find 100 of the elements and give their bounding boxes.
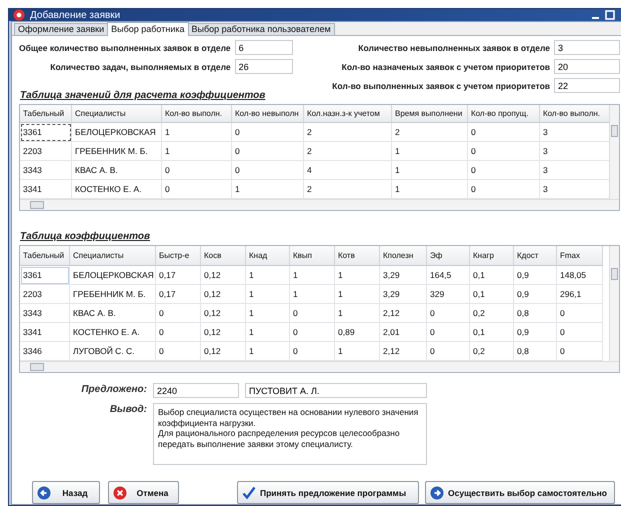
table-cell: 0	[557, 323, 603, 342]
field-label: Количество задач, выполняемых в отделе	[49, 62, 231, 72]
table-cell: 0,2	[470, 304, 514, 323]
column-header[interactable]: Эф	[427, 246, 470, 266]
input-field[interactable]: 20	[554, 59, 620, 74]
input-field[interactable]: 2240	[153, 383, 239, 398]
field-label: Количество невыполненных заявок в отделе	[357, 42, 550, 52]
table-cell: 0	[427, 323, 470, 342]
table-cell: 3361	[20, 123, 72, 142]
table-cell: 4	[304, 161, 392, 180]
table-cell: 1	[246, 304, 290, 323]
table-cell: 0	[290, 323, 335, 342]
table-title: Таблица значений для расчета коэффициентов	[20, 90, 266, 101]
column-header[interactable]: Кол-во пропущ.	[468, 105, 540, 123]
table-cell: 1	[335, 304, 380, 323]
field-label: Общее количество выполненных заявок в отделе	[19, 42, 231, 52]
table-cell: 3343	[20, 161, 72, 180]
table-cell: 1	[392, 142, 468, 161]
field-label: Вывод:	[108, 403, 147, 415]
column-header[interactable]: Кполезн	[380, 246, 427, 266]
column-header[interactable]: Косв	[201, 246, 246, 266]
table-cell: 0,1	[470, 266, 514, 285]
button[interactable]: Отмена	[108, 481, 179, 504]
input-field[interactable]: ПУСТОВИТ А. Л.	[245, 383, 427, 398]
table-cell: 0	[290, 304, 335, 323]
table-title: Таблица коэффициентов	[20, 231, 152, 242]
table-cell: КВАС А. В.	[72, 161, 162, 180]
input-field[interactable]: 26	[234, 59, 293, 74]
table-cell: 1	[162, 142, 232, 161]
table-cell: 1	[162, 123, 232, 142]
column-header[interactable]: Кол.назн.з-к учетом	[304, 105, 392, 123]
table-cell: ГРЕБЕННИК М. Б.	[70, 285, 156, 304]
input-field[interactable]: 3	[554, 40, 620, 55]
column-header[interactable]: Квып	[290, 246, 335, 266]
table-cell: 0	[427, 304, 470, 323]
text-area[interactable]: Выбор специалиста осуществен на основании нулевого значения коэффициента нагрузки. Для рационального распределения ресурсов целесообразно передать выполнение заявки этому специалисту.	[153, 403, 427, 465]
column-header[interactable]: Кол-во выполн.	[540, 105, 609, 123]
column-header[interactable]: Fmax	[557, 246, 603, 266]
column-header[interactable]: Время выполнени	[392, 105, 468, 123]
table-cell: 0	[468, 123, 540, 142]
tab[interactable]: Выбор работника пользователем	[188, 23, 335, 35]
column-header[interactable]: Кнад	[246, 246, 290, 266]
input-field[interactable]: 6	[234, 40, 293, 55]
table-cell: 0,12	[201, 285, 246, 304]
table-cell: 0,1	[470, 285, 514, 304]
field-label: Кол-во назначеных заявок с учетом приоритетов	[340, 62, 550, 72]
table-cell: 3343	[20, 304, 70, 323]
column-header[interactable]: Специалисты	[70, 246, 156, 266]
tab[interactable]: Выбор работника	[107, 22, 188, 36]
table-cell: 2	[304, 123, 392, 142]
table-cell: 0,17	[156, 266, 201, 285]
table-cell: 0,9	[514, 323, 557, 342]
table-cell: БЕЛОЦЕРКОВСКАЯ	[72, 123, 162, 142]
table-cell: 0,1	[470, 323, 514, 342]
table-cell: 2203	[20, 142, 72, 161]
table-cell: 0	[232, 161, 304, 180]
table-cell: 0	[156, 323, 201, 342]
table-cell: 2	[392, 123, 468, 142]
table-cell: 329	[427, 285, 470, 304]
table-cell: 0,9	[514, 285, 557, 304]
table-cell: 3,29	[380, 285, 427, 304]
column-header[interactable]: Кол-во невыполн	[232, 105, 304, 123]
table-cell: 0	[156, 304, 201, 323]
button[interactable]: Назад	[32, 481, 100, 504]
window-title: Добавление заявки	[30, 10, 122, 20]
table-cell: БЕЛОЦЕРКОВСКАЯ	[70, 266, 156, 285]
input-field[interactable]: 22	[554, 78, 620, 93]
table-cell: 1	[290, 266, 335, 285]
column-header[interactable]: Специалисты	[72, 105, 162, 123]
table-cell: ГРЕБЕННИК М. Б.	[72, 142, 162, 161]
table-cell: 0,89	[335, 323, 380, 342]
column-header[interactable]: Котв	[335, 246, 380, 266]
column-header[interactable]: Кол-во выполн.	[162, 105, 232, 123]
table-cell: 0,8	[514, 304, 557, 323]
table-cell: 0	[468, 161, 540, 180]
column-header[interactable]: Кдост	[514, 246, 557, 266]
button[interactable]: Принять предложение программы	[237, 481, 419, 504]
table-cell: 0	[232, 123, 304, 142]
column-header[interactable]: Табельный	[20, 105, 72, 123]
table-cell: 3341	[20, 323, 70, 342]
table-cell: 296,1	[557, 285, 603, 304]
table-cell: 0,17	[156, 285, 201, 304]
table-cell: 0	[557, 304, 603, 323]
button[interactable]: Осуществить выбор самостоятельно	[425, 481, 615, 504]
table-cell: 1	[290, 285, 335, 304]
column-header[interactable]: Табельный	[20, 246, 70, 266]
table-cell: 0,9	[514, 266, 557, 285]
table-cell: 148,05	[557, 266, 603, 285]
table-cell: 3,29	[380, 266, 427, 285]
table-cell: 1	[246, 266, 290, 285]
column-header[interactable]: Быстр-е	[156, 246, 201, 266]
field-label: Предложено:	[80, 383, 147, 395]
table-cell: 1	[246, 285, 290, 304]
table-cell: 0	[162, 161, 232, 180]
table-cell: 0,12	[201, 323, 246, 342]
table-cell: 1	[392, 161, 468, 180]
tab[interactable]: Оформление заявки	[14, 23, 108, 35]
table-cell: 0,12	[201, 266, 246, 285]
table-cell: КВАС А. В.	[70, 304, 156, 323]
column-header[interactable]: Кнагр	[470, 246, 514, 266]
